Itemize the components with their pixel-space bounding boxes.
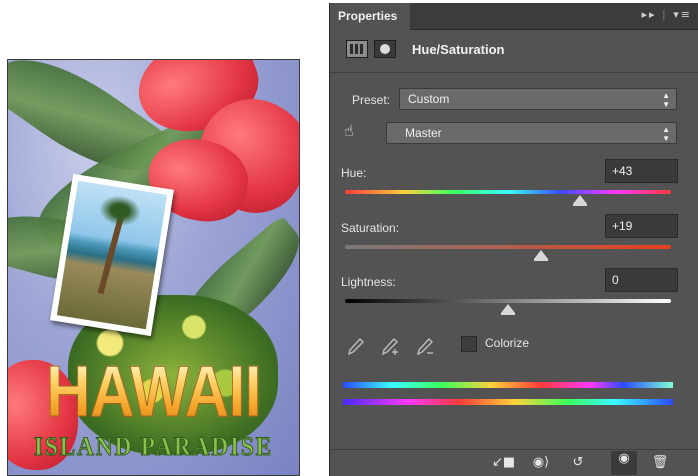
palm-fronds	[97, 192, 143, 229]
preset-label: Preset:	[352, 93, 391, 107]
view-previous-icon[interactable]: ◉⟩	[529, 455, 553, 471]
colorize-label: Colorize	[485, 336, 530, 350]
trash-icon[interactable]: 🗑	[650, 455, 670, 471]
channel-value: Master	[405, 126, 442, 140]
saturation-slider-track[interactable]	[345, 245, 671, 249]
input-spectrum-bar	[343, 382, 673, 388]
mask-icon[interactable]	[374, 40, 396, 58]
hue-slider-thumb[interactable]	[572, 195, 587, 206]
eyedropper-minus-icon[interactable]	[413, 336, 435, 358]
panel-controls: ▸▸ | ▾≡	[641, 8, 692, 21]
properties-panel: Properties ▸▸ | ▾≡ Hue/Saturation Preset…	[329, 3, 698, 476]
artwork-subtitle: ISLAND PARADISE	[33, 432, 274, 462]
eyedropper-icon[interactable]	[344, 336, 366, 358]
panel-footer: ↙■ ◉⟩ ↺ ◉ 🗑	[330, 449, 698, 476]
saturation-label: Saturation:	[341, 221, 400, 235]
lightness-input[interactable]: 0	[605, 268, 678, 292]
reset-icon[interactable]: ↺	[568, 455, 588, 471]
adjustment-layer-icon[interactable]	[346, 40, 368, 58]
hue-slider-track[interactable]	[345, 190, 671, 194]
visibility-eye-icon[interactable]: ◉	[611, 451, 637, 475]
double-arrow-icon[interactable]: ▸▸	[641, 8, 656, 21]
eyedropper-plus-icon[interactable]	[378, 336, 400, 358]
menu-icon[interactable]: ▾≡	[673, 8, 692, 21]
colorize-checkbox[interactable]	[461, 336, 477, 352]
adjustment-title: Hue/Saturation	[412, 42, 505, 57]
panel-tab-bar: Properties ▸▸ | ▾≡	[330, 3, 698, 30]
adjustment-header: Hue/Saturation	[330, 30, 698, 73]
lightness-slider-thumb[interactable]	[501, 304, 515, 315]
preset-value: Custom	[408, 92, 450, 106]
chevron-updown-icon: ▲ ▼	[662, 125, 670, 143]
chevron-updown-icon: ▲ ▼	[662, 91, 670, 109]
output-spectrum-bar	[343, 399, 673, 405]
lightness-label: Lightness:	[341, 275, 396, 289]
preset-select[interactable]: Custom ▲ ▼	[399, 88, 677, 110]
hue-input[interactable]: +43	[605, 159, 678, 183]
artwork-title: HAWAII	[28, 356, 278, 429]
saturation-input[interactable]: +19	[605, 214, 678, 238]
lightness-slider-track[interactable]	[345, 299, 671, 303]
tab-properties[interactable]: Properties	[330, 3, 410, 30]
saturation-slider-thumb[interactable]	[533, 250, 548, 261]
beach-photo	[56, 180, 168, 330]
artwork-canvas: HAWAII ISLAND PARADISE	[7, 59, 300, 476]
hue-label: Hue:	[341, 166, 367, 180]
hand-icon[interactable]: ☝	[344, 121, 362, 141]
clip-to-layer-icon[interactable]: ↙■	[492, 455, 515, 471]
channel-select[interactable]: Master ▲ ▼	[386, 122, 677, 144]
divider: |	[662, 8, 668, 21]
